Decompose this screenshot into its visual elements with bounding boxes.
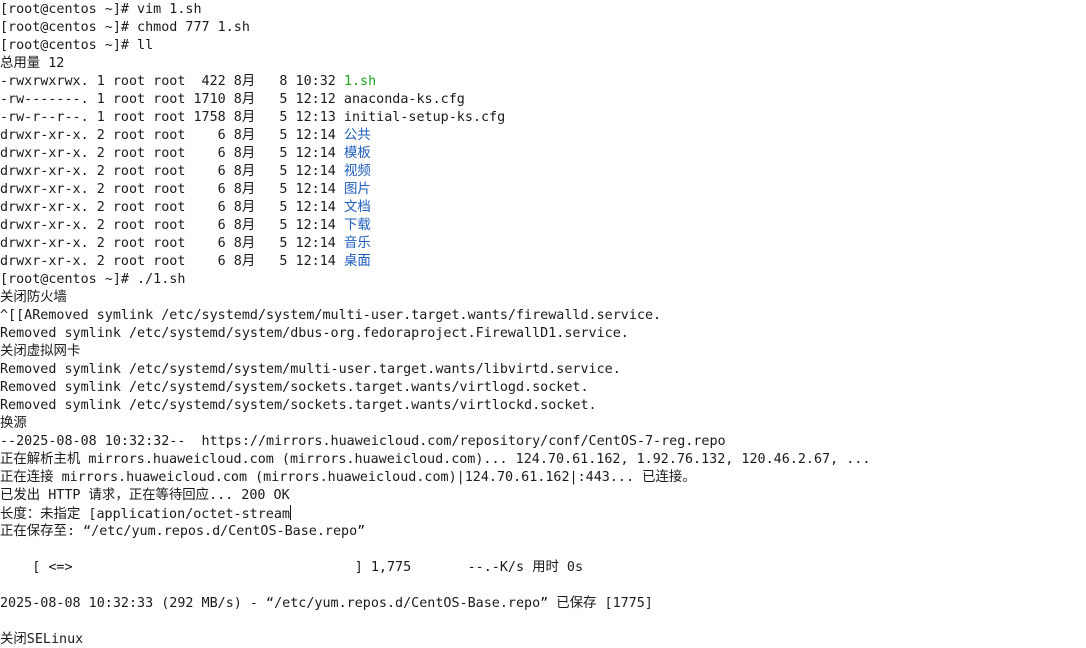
terminal-line: 总用量 12: [0, 55, 1086, 73]
terminal-line: Removed symlink /etc/systemd/system/sock…: [0, 379, 1086, 397]
terminal-text: -rwxrwxrwx. 1 root root 422 8月 8 10:32: [0, 74, 344, 89]
terminal-line: -rwxrwxrwx. 1 root root 422 8月 8 10:32 1…: [0, 73, 1086, 91]
terminal-line: drwxr-xr-x. 2 root root 6 8月 5 12:14 模板: [0, 145, 1086, 163]
terminal-line: -rw-r--r--. 1 root root 1758 8月 5 12:13 …: [0, 109, 1086, 127]
terminal-text: 正在解析主机 mirrors.huaweicloud.com (mirrors.…: [0, 452, 871, 467]
terminal-line: Removed symlink /etc/systemd/system/mult…: [0, 361, 1086, 379]
terminal-line: 正在保存至: “/etc/yum.repos.d/CentOS-Base.rep…: [0, 523, 1086, 541]
terminal-text: 正在保存至: “/etc/yum.repos.d/CentOS-Base.rep…: [0, 524, 366, 539]
terminal-text: ^[[ARemoved symlink /etc/systemd/system/…: [0, 308, 662, 323]
terminal-text: drwxr-xr-x. 2 root root 6 8月 5 12:14: [0, 218, 344, 233]
terminal-text: 已发出 HTTP 请求，正在等待回应... 200 OK: [0, 488, 290, 503]
terminal-text: 2025-08-08 10:32:33 (292 MB/s) - “/etc/y…: [0, 596, 653, 611]
terminal-text: -rw-------. 1 root root 1710 8月 5 12:12 …: [0, 92, 465, 107]
terminal-line: Removed symlink /etc/systemd/system/sock…: [0, 397, 1086, 415]
terminal-line: drwxr-xr-x. 2 root root 6 8月 5 12:14 文档: [0, 199, 1086, 217]
terminal-filename: 音乐: [343, 236, 371, 251]
terminal-text: 长度：未指定 [application/octet-stream: [0, 507, 290, 522]
terminal-filename: 视频: [343, 164, 371, 179]
terminal-line: drwxr-xr-x. 2 root root 6 8月 5 12:14 桌面: [0, 253, 1086, 271]
terminal-text: 关闭SELinux: [0, 632, 84, 647]
terminal-text: -rw-r--r--. 1 root root 1758 8月 5 12:13 …: [0, 110, 506, 125]
terminal-text: drwxr-xr-x. 2 root root 6 8月 5 12:14: [0, 200, 344, 215]
terminal-line: drwxr-xr-x. 2 root root 6 8月 5 12:14 公共: [0, 127, 1086, 145]
terminal-text: drwxr-xr-x. 2 root root 6 8月 5 12:14: [0, 146, 344, 161]
terminal-line: 关闭SELinux: [0, 631, 1086, 648]
terminal-line: 已发出 HTTP 请求，正在等待回应... 200 OK: [0, 487, 1086, 505]
terminal-line: --2025-08-08 10:32:32-- https://mirrors.…: [0, 433, 1086, 451]
terminal-text: 换源: [0, 416, 27, 431]
terminal-line: drwxr-xr-x. 2 root root 6 8月 5 12:14 下载: [0, 217, 1086, 235]
terminal-filename: 桌面: [343, 254, 371, 269]
terminal-text: Removed symlink /etc/systemd/system/dbus…: [0, 326, 629, 341]
terminal-line: drwxr-xr-x. 2 root root 6 8月 5 12:14 音乐: [0, 235, 1086, 253]
terminal-text: [root@centos ~]# ./1.sh: [0, 272, 186, 287]
terminal-line: 2025-08-08 10:32:33 (292 MB/s) - “/etc/y…: [0, 595, 1086, 613]
terminal-filename: 图片: [343, 182, 371, 197]
terminal-line: drwxr-xr-x. 2 root root 6 8月 5 12:14 视频: [0, 163, 1086, 181]
terminal-line: -rw-------. 1 root root 1710 8月 5 12:12 …: [0, 91, 1086, 109]
terminal-output[interactable]: [root@centos ~]# vim 1.sh [root@centos ~]…: [0, 0, 1086, 648]
terminal-line: [root@centos ~]# vim 1.sh: [0, 1, 1086, 19]
terminal-text: 总用量 12: [0, 56, 65, 71]
terminal-filename: 模板: [343, 146, 371, 161]
terminal-text: [root@centos ~]# ll: [0, 38, 154, 53]
terminal-line: Removed symlink /etc/systemd/system/dbus…: [0, 325, 1086, 343]
terminal-filename: 下载: [343, 218, 371, 233]
terminal-line: drwxr-xr-x. 2 root root 6 8月 5 12:14 图片: [0, 181, 1086, 199]
terminal-text: drwxr-xr-x. 2 root root 6 8月 5 12:14: [0, 128, 344, 143]
terminal-text: [ <=> ] 1,775 --.-K/s 用时 0s: [0, 560, 584, 575]
terminal-text: --2025-08-08 10:32:32-- https://mirrors.…: [0, 434, 726, 449]
terminal-line: 关闭防火墙: [0, 289, 1086, 307]
text-cursor: [289, 505, 291, 520]
terminal-text: drwxr-xr-x. 2 root root 6 8月 5 12:14: [0, 236, 344, 251]
terminal-line: [root@centos ~]# chmod 777 1.sh: [0, 19, 1086, 37]
terminal-line: 正在解析主机 mirrors.huaweicloud.com (mirrors.…: [0, 451, 1086, 469]
terminal-line: 换源: [0, 415, 1086, 433]
terminal-filename: 文档: [343, 200, 371, 215]
terminal-line: 长度：未指定 [application/octet-stream: [0, 505, 1086, 523]
terminal-text: 关闭虚拟网卡: [0, 344, 81, 359]
terminal-text: Removed symlink /etc/systemd/system/sock…: [0, 398, 597, 413]
terminal-filename: 公共: [343, 128, 371, 143]
terminal-line: [root@centos ~]# ll: [0, 37, 1086, 55]
terminal-text: [root@centos ~]# chmod 777 1.sh: [0, 20, 250, 35]
terminal-text: drwxr-xr-x. 2 root root 6 8月 5 12:14: [0, 182, 344, 197]
terminal-text: Removed symlink /etc/systemd/system/mult…: [0, 362, 621, 377]
terminal-filename: 1.sh: [343, 74, 377, 89]
terminal-line: 正在连接 mirrors.huaweicloud.com (mirrors.hu…: [0, 469, 1086, 487]
terminal-text: 关闭防火墙: [0, 290, 67, 305]
terminal-line: ^[[ARemoved symlink /etc/systemd/system/…: [0, 307, 1086, 325]
terminal-line: [root@centos ~]# ./1.sh: [0, 271, 1086, 289]
terminal-text: drwxr-xr-x. 2 root root 6 8月 5 12:14: [0, 164, 344, 179]
terminal-text: [root@centos ~]# vim 1.sh: [0, 2, 202, 17]
terminal-text: drwxr-xr-x. 2 root root 6 8月 5 12:14: [0, 254, 344, 269]
terminal-text: Removed symlink /etc/systemd/system/sock…: [0, 380, 589, 395]
terminal-text: 正在连接 mirrors.huaweicloud.com (mirrors.hu…: [0, 470, 696, 485]
terminal-line: 关闭虚拟网卡: [0, 343, 1086, 361]
terminal-line: [ <=> ] 1,775 --.-K/s 用时 0s: [0, 559, 1086, 577]
